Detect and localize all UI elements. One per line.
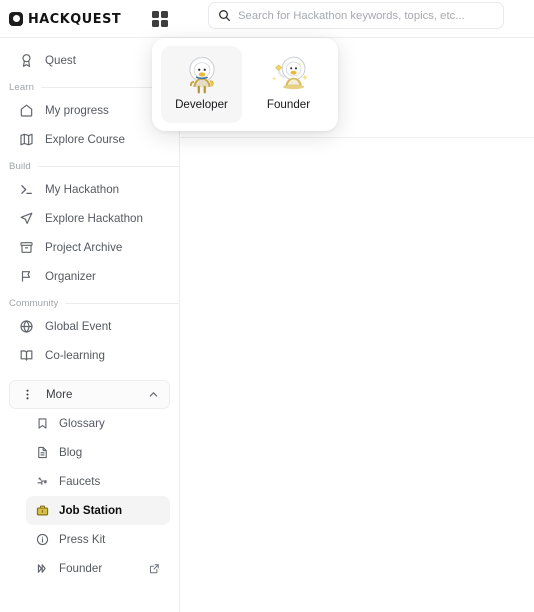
content-divider <box>181 137 534 138</box>
external-link-icon <box>149 564 159 574</box>
sidebar-item-founder[interactable]: Founder <box>26 554 170 583</box>
archive-box-icon <box>19 240 34 255</box>
role-option-developer[interactable]: Developer <box>161 46 242 123</box>
sidebar-item-label: More <box>46 388 73 401</box>
document-text-icon <box>36 446 49 459</box>
brand-logo[interactable]: HACKQUEST <box>9 11 139 27</box>
sidebar-item-press-kit[interactable]: Press Kit <box>26 525 170 554</box>
home-icon <box>19 103 34 118</box>
search-icon <box>219 10 231 22</box>
section-title: Learn <box>9 82 35 93</box>
founder-duck-astronaut-illustration <box>271 56 308 90</box>
section-title: Build <box>9 161 31 172</box>
role-selector-panel: Developer Founder <box>152 38 338 131</box>
sidebar-item-global-event[interactable]: Global Event <box>9 312 170 341</box>
sidebar-item-co-learning[interactable]: Co-learning <box>9 341 170 370</box>
sidebar-item-blog[interactable]: Blog <box>26 438 170 467</box>
sidebar-item-explore-course[interactable]: Explore Course <box>9 125 170 154</box>
sidebar-item-organizer[interactable]: Organizer <box>9 262 170 291</box>
award-medal-icon <box>19 53 34 68</box>
grid-cell <box>161 20 168 27</box>
sidebar-item-my-hackathon[interactable]: My Hackathon <box>9 175 170 204</box>
sidebar-item-label: Organizer <box>45 270 96 283</box>
developer-duck-astronaut-illustration <box>188 56 215 94</box>
sidebar-item-label: Project Archive <box>45 241 123 254</box>
hackquest-logo-mark-icon <box>9 11 23 26</box>
grid-cell <box>161 11 168 18</box>
grid-apps-icon[interactable] <box>152 11 169 28</box>
sidebar-section-community: Community <box>9 298 179 309</box>
section-title: Community <box>9 298 59 309</box>
flag-icon <box>19 269 34 284</box>
sidebar-item-more[interactable]: More <box>9 380 170 409</box>
navigation-send-icon <box>19 211 34 226</box>
briefcase-icon <box>36 504 49 517</box>
grid-cell <box>152 20 159 27</box>
sidebar-item-label: Quest <box>45 54 76 67</box>
map-icon <box>19 132 34 147</box>
sidebar-item-explore-hackathon[interactable]: Explore Hackathon <box>9 204 170 233</box>
sidebar-item-label: Co-learning <box>45 349 105 362</box>
role-label: Developer <box>175 98 228 111</box>
search-bar[interactable] <box>208 2 504 29</box>
globe-icon <box>19 319 34 334</box>
role-option-founder[interactable]: Founder <box>248 46 329 123</box>
bookmark-icon <box>36 417 49 430</box>
sidebar-item-label: Explore Hackathon <box>45 212 143 225</box>
sidebar-item-faucets[interactable]: Faucets <box>26 467 170 496</box>
top-header: HACKQUEST <box>0 0 534 38</box>
sidebar-item-label: Press Kit <box>59 533 106 546</box>
grid-cell <box>152 11 159 18</box>
sidebar-item-glossary[interactable]: Glossary <box>26 409 170 438</box>
brand-name: HACKQUEST <box>28 10 122 27</box>
role-label: Founder <box>266 98 311 111</box>
sidebar-item-my-progress[interactable]: My progress <box>9 96 170 125</box>
sidebar-item-label: Blog <box>59 446 83 459</box>
sidebar-item-job-station[interactable]: Job Station <box>26 496 170 525</box>
sidebar-item-label: Founder <box>59 562 103 575</box>
sidebar-item-label: Global Event <box>45 320 112 333</box>
section-divider <box>65 303 179 304</box>
sidebar-item-label: Faucets <box>59 475 101 488</box>
sidebar-item-label: Glossary <box>59 417 105 430</box>
sidebar-item-label: My progress <box>45 104 109 117</box>
vertical-dots-icon <box>20 387 35 402</box>
sidebar-section-build: Build <box>9 161 179 172</box>
double-chevron-right-icon <box>36 562 49 575</box>
sidebar-item-label: Job Station <box>59 504 123 517</box>
sidebar-item-label: Explore Course <box>45 133 125 146</box>
sidebar-item-label: My Hackathon <box>45 183 120 196</box>
app-root: HACKQUEST Quest <box>0 0 534 612</box>
info-circle-icon <box>36 533 49 546</box>
faucet-icon <box>36 475 49 488</box>
sidebar-item-project-archive[interactable]: Project Archive <box>9 233 170 262</box>
sidebar-item-quest[interactable]: Quest <box>9 46 170 75</box>
open-book-icon <box>19 348 34 363</box>
chevron-up-icon[interactable] <box>148 389 159 400</box>
terminal-icon <box>19 182 34 197</box>
search-input[interactable] <box>238 9 494 22</box>
section-divider <box>37 166 179 167</box>
